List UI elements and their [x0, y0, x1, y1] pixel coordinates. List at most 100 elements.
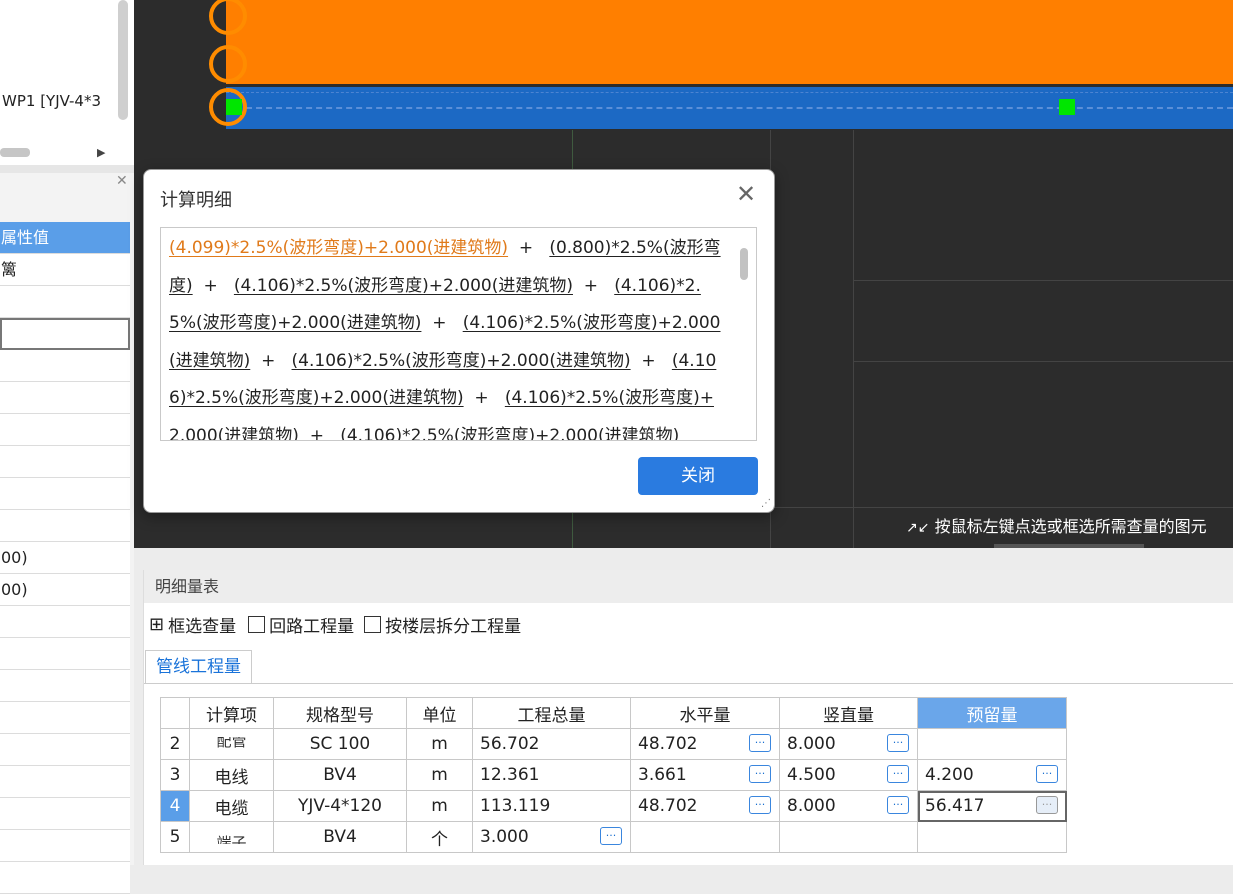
property-row[interactable]: [0, 478, 130, 510]
formula-segment-link[interactable]: (4.106)*2.5%(波形弯度)+2.000(进建筑物): [340, 426, 679, 441]
cable-tray-blue[interactable]: [226, 87, 1233, 129]
cell-reserved[interactable]: [917, 821, 1067, 853]
row-number[interactable]: 4: [160, 790, 190, 822]
cell-unit[interactable]: m: [406, 790, 473, 822]
property-row[interactable]: [0, 830, 130, 862]
cell-vertical[interactable]: 8.000 ···: [779, 790, 918, 822]
cell-total[interactable]: 3.000 ···: [472, 821, 631, 853]
detail-button[interactable]: ···: [749, 796, 771, 814]
cell-horizontal[interactable]: 48.702 ···: [630, 728, 780, 760]
detail-button[interactable]: ···: [887, 765, 909, 783]
cell-vertical[interactable]: [779, 821, 918, 853]
cell-reserved[interactable]: 4.200 ···: [917, 759, 1067, 791]
loop-quantity-checkbox[interactable]: [248, 615, 266, 633]
formula-segment-link[interactable]: (4.106)*2.5%(波形弯度)+2.000(进建筑物): [234, 276, 573, 296]
cell-total[interactable]: 113.119: [472, 790, 631, 822]
table-row[interactable]: 2 配管 SC 100 m 56.702 48.702 ··· 8.000 ···: [160, 728, 1067, 760]
property-row[interactable]: [0, 798, 130, 830]
property-row[interactable]: [0, 606, 130, 638]
detail-button[interactable]: ···: [600, 827, 622, 845]
property-row[interactable]: [0, 862, 130, 894]
cell-vertical[interactable]: 4.500 ···: [779, 759, 918, 791]
formula-box[interactable]: (4.099)*2.5%(波形弯度)+2.000(进建筑物) + (0.800)…: [160, 227, 757, 441]
row-number[interactable]: 2: [160, 728, 190, 760]
row-number[interactable]: 5: [160, 821, 190, 853]
property-row[interactable]: [0, 286, 130, 318]
property-row[interactable]: [0, 350, 130, 382]
tree-item-wp1[interactable]: WP1 [YJV-4*3: [2, 92, 101, 110]
property-row[interactable]: [0, 670, 130, 702]
property-row[interactable]: [0, 510, 130, 542]
cell-item[interactable]: 电线: [189, 759, 274, 791]
panel-splitter[interactable]: [0, 165, 134, 173]
column-header[interactable]: 规格型号: [273, 697, 407, 729]
floor-split-checkbox[interactable]: [364, 615, 382, 633]
property-row[interactable]: [0, 638, 130, 670]
cell-item[interactable]: 端子: [189, 821, 274, 853]
scroll-right-icon[interactable]: ▶: [97, 146, 105, 159]
property-row[interactable]: 00): [0, 542, 130, 574]
detail-button[interactable]: ···: [887, 796, 909, 814]
formula-segment-link[interactable]: (4.106)*2.5%(波形弯度)+2.000(进建筑物): [292, 351, 631, 371]
close-icon[interactable]: ✕: [116, 173, 128, 189]
cell-item[interactable]: 电缆: [189, 790, 274, 822]
cell-vertical[interactable]: 8.000 ···: [779, 728, 918, 760]
column-header[interactable]: 竖直量: [779, 697, 918, 729]
property-row[interactable]: [0, 318, 130, 350]
column-header[interactable]: 水平量: [630, 697, 780, 729]
cell-reserved[interactable]: [917, 728, 1067, 760]
cell-total[interactable]: 12.361: [472, 759, 631, 791]
formula-scrollbar[interactable]: [740, 248, 748, 280]
detail-button[interactable]: ···: [887, 734, 909, 752]
detail-button[interactable]: ···: [1036, 765, 1058, 783]
property-row[interactable]: [0, 702, 130, 734]
column-header[interactable]: 单位: [406, 697, 473, 729]
detail-button[interactable]: ···: [749, 765, 771, 783]
grip-point[interactable]: [1059, 99, 1075, 115]
column-header-selected[interactable]: 预留量: [917, 697, 1067, 729]
property-row[interactable]: 篱: [0, 254, 130, 286]
close-icon[interactable]: ✕: [736, 182, 756, 206]
cell-total[interactable]: 56.702: [472, 728, 631, 760]
formula-segment-link[interactable]: (4.099)*2.5%(波形弯度)+2.000(进建筑物): [169, 238, 508, 258]
cell-spec[interactable]: SC 100: [273, 728, 407, 760]
table-row[interactable]: 5 端子 BV4 个 3.000 ···: [160, 821, 1067, 853]
table-header-row: 计算项 规格型号 单位 工程总量 水平量 竖直量 预留量: [160, 697, 1067, 729]
cell-unit[interactable]: m: [406, 728, 473, 760]
canvas-scroll-handle[interactable]: [994, 544, 1144, 548]
cell-spec[interactable]: YJV-4*120: [273, 790, 407, 822]
property-row[interactable]: [0, 734, 130, 766]
detail-button[interactable]: ···: [1036, 796, 1058, 814]
resize-grip-icon[interactable]: ⋰: [761, 498, 771, 509]
cell-unit[interactable]: m: [406, 759, 473, 791]
cell-unit[interactable]: 个: [406, 821, 473, 853]
property-row[interactable]: 00): [0, 574, 130, 606]
bridge-tray-orange[interactable]: [226, 0, 1233, 84]
property-row[interactable]: [0, 446, 130, 478]
property-header[interactable]: 属性值: [0, 222, 130, 254]
table-row-selected[interactable]: 4 电缆 YJV-4*120 m 113.119 48.702 ··· 8.000…: [160, 790, 1067, 822]
tree-horizontal-scrollbar[interactable]: [0, 148, 30, 157]
cell-item[interactable]: 配管: [189, 728, 274, 760]
grip-point[interactable]: [226, 99, 242, 115]
table-row[interactable]: 3 电线 BV4 m 12.361 3.661 ··· 4.500 ··· 4.20…: [160, 759, 1067, 791]
detail-button[interactable]: ···: [749, 734, 771, 752]
column-header[interactable]: 计算项: [189, 697, 274, 729]
box-select-button[interactable]: ⊞ 框选查量: [149, 612, 236, 637]
cell-spec[interactable]: BV4: [273, 759, 407, 791]
cell-horizontal[interactable]: 48.702 ···: [630, 790, 780, 822]
grid-line: [853, 130, 854, 548]
tree-vertical-scrollbar[interactable]: [118, 0, 128, 120]
property-panel: ✕ 属性值篱 00) 00): [0, 173, 134, 894]
cell-spec[interactable]: BV4: [273, 821, 407, 853]
row-number[interactable]: 3: [160, 759, 190, 791]
close-button[interactable]: 关闭: [638, 457, 758, 495]
property-row[interactable]: [0, 414, 130, 446]
cell-horizontal[interactable]: 3.661 ···: [630, 759, 780, 791]
cell-horizontal[interactable]: [630, 821, 780, 853]
column-header[interactable]: 工程总量: [472, 697, 631, 729]
property-row[interactable]: [0, 766, 130, 798]
cell-reserved-active[interactable]: 56.417 ···: [917, 790, 1067, 822]
property-row[interactable]: [0, 382, 130, 414]
tab-pipeline-quantity[interactable]: 管线工程量: [145, 650, 252, 684]
